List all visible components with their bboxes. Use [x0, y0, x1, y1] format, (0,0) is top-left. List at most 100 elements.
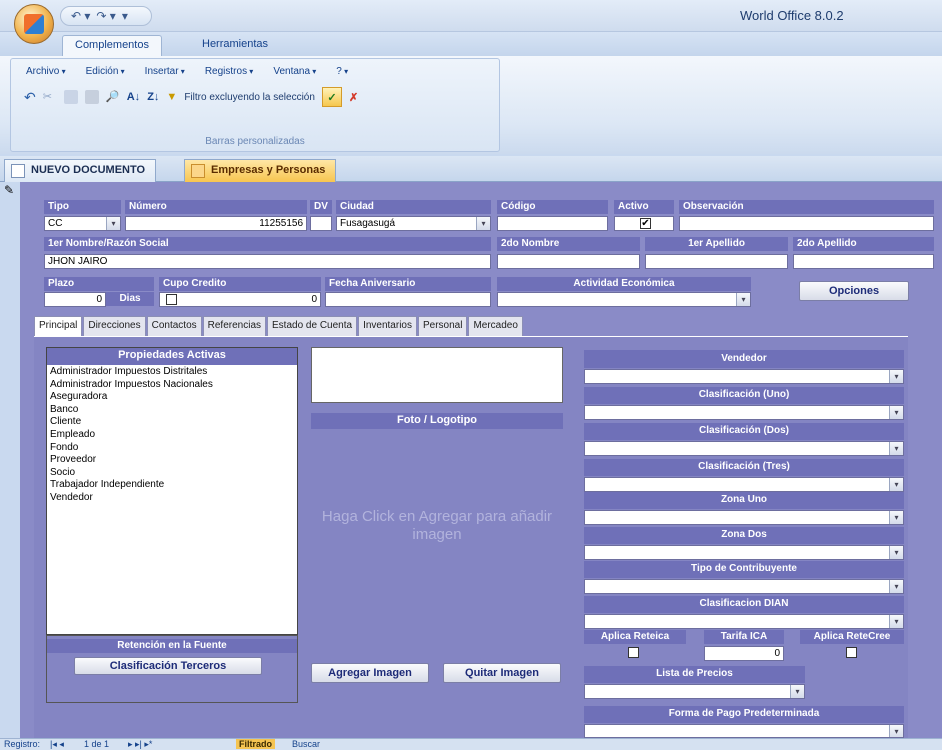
label-observacion: Observación [679, 200, 934, 214]
contribuyente-select[interactable]: ▾ [584, 579, 904, 594]
menu-registros[interactable]: Registros [205, 66, 254, 77]
chevron-down-icon[interactable]: ▾ [790, 685, 804, 698]
tab-estado-cuenta[interactable]: Estado de Cuenta [267, 316, 358, 336]
dv-input[interactable] [310, 216, 332, 231]
undo-icon[interactable]: ↶ ▾ [71, 9, 90, 23]
menu-edicion[interactable]: Edición [86, 66, 125, 77]
plazo-input[interactable]: 0 [44, 292, 106, 307]
tab-mercadeo[interactable]: Mercadeo [468, 316, 523, 336]
menu-help[interactable]: ? [336, 66, 348, 77]
list-item[interactable]: Empleado [50, 429, 296, 442]
filtered-badge[interactable]: Filtrado [236, 739, 275, 749]
chevron-down-icon[interactable]: ▾ [889, 370, 903, 383]
chevron-down-icon[interactable]: ▾ [889, 725, 903, 737]
zona1-select[interactable]: ▾ [584, 510, 904, 525]
nombre2-input[interactable] [497, 254, 640, 269]
tab-complementos[interactable]: Complementos [62, 35, 162, 56]
agregar-imagen-button[interactable]: Agregar Imagen [311, 663, 429, 683]
retecree-checkbox[interactable] [846, 647, 857, 658]
clas2-select[interactable]: ▾ [584, 441, 904, 456]
lista-precios-select[interactable]: ▾ [584, 684, 805, 699]
apply-filter-icon[interactable]: ✓ [321, 87, 342, 107]
tab-herramientas[interactable]: Herramientas [190, 35, 280, 56]
chevron-down-icon[interactable]: ▾ [889, 478, 903, 491]
nombre-input[interactable]: JHON JAIRO [44, 254, 491, 269]
remove-filter-icon[interactable]: ✗ [349, 91, 358, 104]
numero-input[interactable]: 11255156 [125, 216, 307, 231]
observacion-input[interactable] [679, 216, 934, 231]
chevron-down-icon[interactable]: ▾ [889, 580, 903, 593]
list-item[interactable]: Banco [50, 404, 296, 417]
filter-excluding-selection[interactable]: Filtro excluyendo la selección [184, 92, 315, 103]
cut-icon[interactable]: ✂ [43, 90, 57, 104]
label-nombre2: 2do Nombre [497, 237, 640, 251]
tab-inventarios[interactable]: Inventarios [358, 316, 417, 336]
clas1-select[interactable]: ▾ [584, 405, 904, 420]
search-field[interactable]: Buscar [292, 739, 320, 749]
apellido1-input[interactable] [645, 254, 788, 269]
list-item[interactable]: Administrador Impuestos Distritales [50, 366, 296, 379]
cupo-input[interactable]: 0 [159, 292, 321, 307]
apellido2-input[interactable] [793, 254, 934, 269]
copy-icon[interactable] [63, 90, 78, 104]
tipo-select[interactable]: CC ▾ [44, 216, 121, 231]
quitar-imagen-button[interactable]: Quitar Imagen [443, 663, 561, 683]
list-item[interactable]: Fondo [50, 442, 296, 455]
menu-insertar[interactable]: Insertar [145, 66, 185, 77]
list-item[interactable]: Aseguradora [50, 391, 296, 404]
tab-referencias[interactable]: Referencias [202, 316, 266, 336]
chevron-down-icon[interactable]: ▾ [476, 217, 490, 230]
chevron-down-icon[interactable]: ▾ [889, 615, 903, 628]
ciudad-select[interactable]: Fusagasugá ▾ [336, 216, 491, 231]
office-button[interactable] [14, 4, 54, 44]
chevron-down-icon[interactable]: ▾ [889, 442, 903, 455]
list-item[interactable]: Vendedor [50, 492, 296, 505]
tab-nuevo-documento[interactable]: NUEVO DOCUMENTO [4, 159, 157, 182]
chevron-down-icon[interactable]: ▾ [106, 217, 120, 230]
tab-contactos[interactable]: Contactos [146, 316, 202, 336]
tarifa-ica-input[interactable]: 0 [704, 646, 784, 661]
customize-qat-icon[interactable]: ▾ [122, 9, 128, 23]
list-item[interactable]: Socio [50, 467, 296, 480]
opciones-button[interactable]: Opciones [799, 281, 909, 301]
foto-preview[interactable] [311, 347, 563, 403]
reteica-checkbox[interactable] [628, 647, 639, 658]
tab-personal[interactable]: Personal [417, 316, 468, 336]
sort-ascending-icon[interactable]: A↓ [127, 91, 140, 103]
tab-direcciones[interactable]: Direcciones [83, 316, 146, 336]
tab-principal[interactable]: Principal [34, 316, 83, 337]
actividad-select[interactable]: ▾ [497, 292, 751, 307]
clasificacion-terceros-button[interactable]: Clasificación Terceros [74, 657, 262, 675]
record-position[interactable]: 1 de 1 [84, 739, 109, 749]
codigo-input[interactable] [497, 216, 608, 231]
label-reteica: Aplica Reteica [584, 630, 686, 644]
chevron-down-icon[interactable]: ▾ [889, 546, 903, 559]
undo-tool-icon[interactable]: ↶ [24, 89, 36, 106]
find-icon[interactable]: 🔎 [106, 90, 120, 104]
next-record-icon[interactable]: ▸ ▸| ▸* [128, 739, 152, 750]
clas3-select[interactable]: ▾ [584, 477, 904, 492]
menu-archivo[interactable]: Archivo [26, 66, 66, 77]
sort-descending-icon[interactable]: Z↓ [147, 91, 159, 103]
list-item[interactable]: Proveedor [50, 454, 296, 467]
list-item[interactable]: Cliente [50, 416, 296, 429]
chevron-down-icon[interactable]: ▾ [736, 293, 750, 306]
paste-icon[interactable] [84, 90, 99, 104]
tab-empresas-personas[interactable]: Empresas y Personas [184, 159, 337, 182]
cupo-checkbox[interactable] [166, 294, 177, 305]
first-record-icon[interactable]: |◂ ◂ [50, 739, 64, 750]
aniversario-input[interactable] [325, 292, 491, 307]
dian-select[interactable]: ▾ [584, 614, 904, 629]
forma-pago-select[interactable]: ▾ [584, 724, 904, 738]
list-item[interactable]: Administrador Impuestos Nacionales [50, 379, 296, 392]
list-item[interactable]: Trabajador Independiente [50, 479, 296, 492]
redo-icon[interactable]: ↷ ▾ [96, 9, 115, 23]
chevron-down-icon[interactable]: ▾ [889, 511, 903, 524]
menu-ventana[interactable]: Ventana [273, 66, 316, 77]
form-tabs: Principal Direcciones Contactos Referenc… [34, 316, 524, 337]
filter-icon[interactable]: ▼ [166, 91, 177, 103]
chevron-down-icon[interactable]: ▾ [889, 406, 903, 419]
vendedor-select[interactable]: ▾ [584, 369, 904, 384]
zona2-select[interactable]: ▾ [584, 545, 904, 560]
activo-checkbox[interactable]: ✔ [640, 218, 651, 229]
